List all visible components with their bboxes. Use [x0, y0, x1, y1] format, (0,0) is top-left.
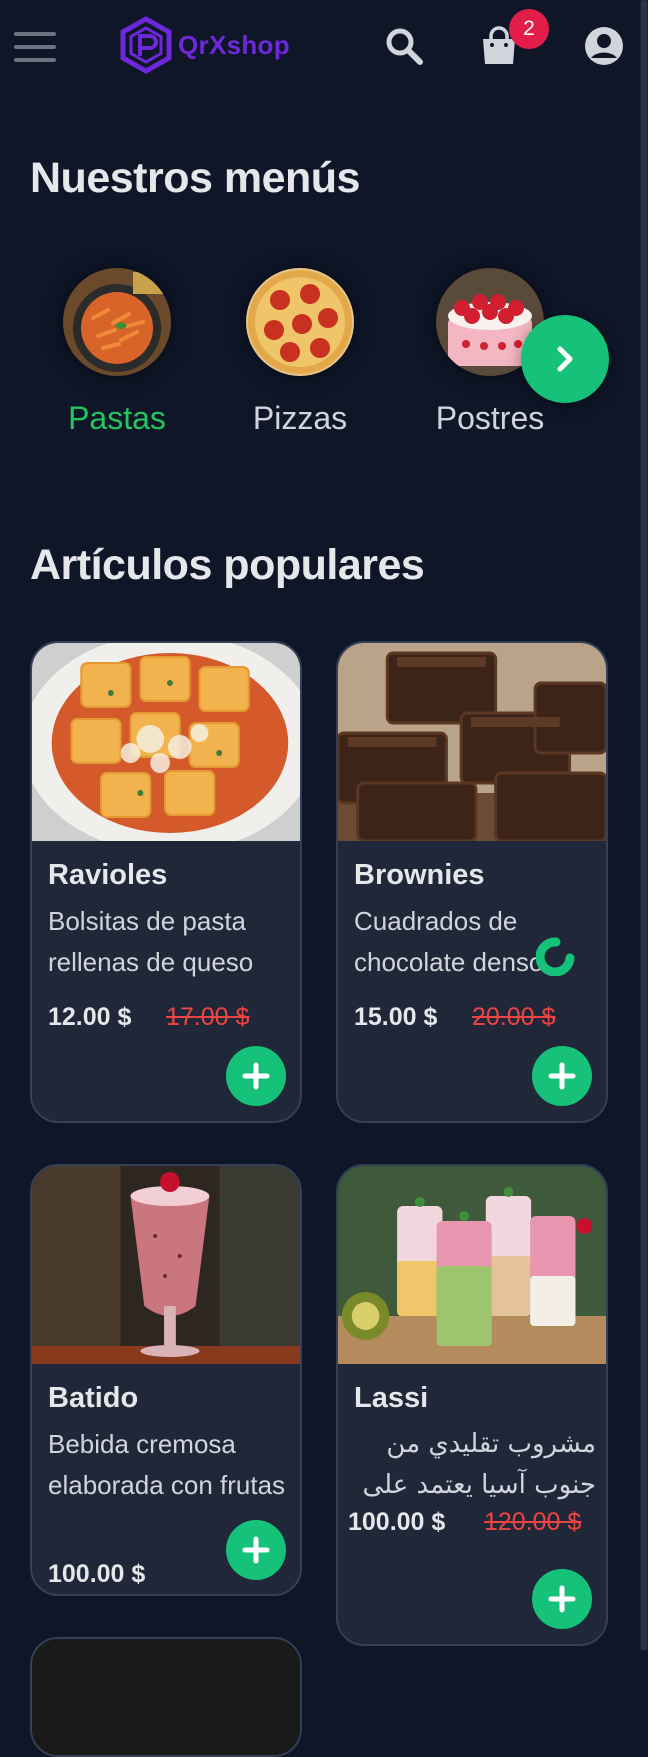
product-description: Bolsitas de pasta rellenas de queso	[48, 906, 254, 977]
logo-hexagon-icon	[120, 16, 172, 74]
carousel-next-button[interactable]	[521, 315, 609, 403]
logo-text: QrXshop	[178, 29, 290, 60]
product-name: Batido	[48, 1382, 139, 1414]
product-price: 12.00 $	[48, 1003, 132, 1031]
hamburger-menu-icon[interactable]	[14, 30, 56, 64]
scrollbar[interactable]	[640, 0, 648, 1650]
product-description: مشروب تقليدي من جنوب آسيا يعتمد على	[362, 1429, 597, 1500]
plus-icon	[242, 1536, 270, 1564]
scrollbar-thumb[interactable]	[641, 0, 647, 1650]
menus-section-title: Nuestros menús	[30, 154, 360, 202]
product-card-batido[interactable]: Batido Bebida cremosa elaborada con frut…	[30, 1164, 302, 1596]
product-name: Lassi	[354, 1382, 429, 1414]
product-card-partial[interactable]	[30, 1637, 302, 1757]
logo[interactable]: QrXshop	[120, 16, 290, 74]
pastas-image	[63, 268, 171, 376]
plus-icon	[548, 1585, 576, 1613]
cart-count-badge: 2	[509, 9, 549, 49]
plus-icon	[548, 1062, 576, 1090]
menu-label-pastas: Pastas	[68, 400, 166, 436]
pizzas-image	[246, 268, 354, 376]
loading-spinner-icon	[536, 937, 575, 976]
lassi-image	[338, 1166, 606, 1364]
brownies-image	[338, 643, 606, 841]
partial-card-image	[32, 1639, 300, 1755]
menu-label-pizzas: Pizzas	[252, 400, 348, 436]
plus-icon	[242, 1062, 270, 1090]
menu-category-pastas[interactable]: Pastas	[27, 268, 207, 437]
user-account-icon[interactable]	[582, 24, 626, 68]
product-old-price: 20.00 $	[472, 1003, 556, 1031]
ravioles-image	[32, 643, 300, 841]
add-to-cart-button[interactable]	[226, 1520, 286, 1580]
product-name: Brownies	[354, 859, 485, 891]
add-to-cart-button[interactable]	[226, 1046, 286, 1106]
popular-section-title: Artículos populares	[30, 541, 425, 589]
product-old-price: 17.00 $	[166, 1003, 250, 1031]
top-bar: QrXshop 2	[0, 0, 640, 96]
batido-image	[32, 1166, 300, 1364]
product-card-lassi[interactable]: Lassi مشروب تقليدي من جنوب آسيا يعتمد عل…	[336, 1164, 608, 1646]
product-description: Bebida cremosa elaborada con frutas	[48, 1429, 286, 1500]
product-price: 100.00 $	[48, 1560, 146, 1588]
product-old-price: 120.00 $	[484, 1508, 582, 1536]
product-price: 15.00 $	[354, 1003, 438, 1031]
menu-category-pizzas[interactable]: Pizzas	[210, 268, 390, 437]
product-card-ravioles[interactable]: Ravioles Bolsitas de pasta rellenas de q…	[30, 641, 302, 1123]
menu-label-postres: Postres	[435, 400, 545, 436]
product-card-brownies[interactable]: Brownies Cuadrados de chocolate denso 15…	[336, 641, 608, 1123]
chevron-right-icon	[557, 346, 573, 372]
add-to-cart-button[interactable]	[532, 1569, 592, 1629]
product-price: 100.00 $	[348, 1508, 446, 1536]
search-icon[interactable]	[382, 24, 426, 68]
product-name: Ravioles	[48, 859, 168, 891]
add-to-cart-button[interactable]	[532, 1046, 592, 1106]
